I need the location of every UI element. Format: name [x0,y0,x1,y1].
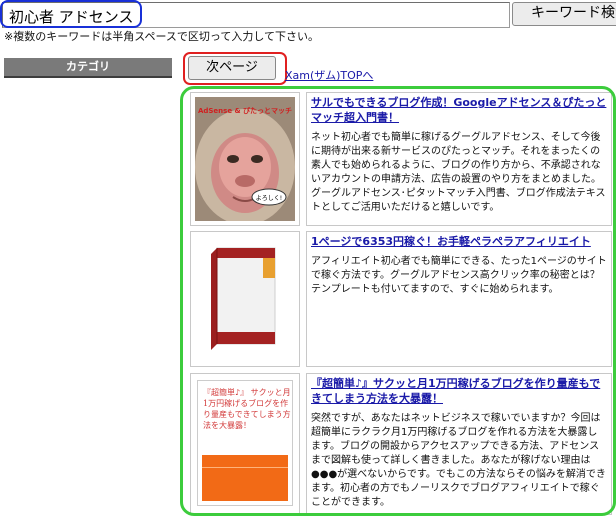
search-hint: ※複数のキーワードは半角スペースで区切って入力して下さい。 [4,30,320,43]
next-page-highlight-annotation [183,52,287,85]
keyword-search-button[interactable]: キーワード検索 [512,2,616,26]
search-highlight-annotation [0,0,142,28]
category-header: カテゴリ [4,58,172,78]
product-list-highlight-annotation [180,86,616,516]
top-page-link[interactable]: Xam(ザム)TOPへ [285,67,373,83]
page: 初心者 アドセンス キーワード検索 ※複数のキーワードは半角スペースで区切って入… [0,0,616,520]
